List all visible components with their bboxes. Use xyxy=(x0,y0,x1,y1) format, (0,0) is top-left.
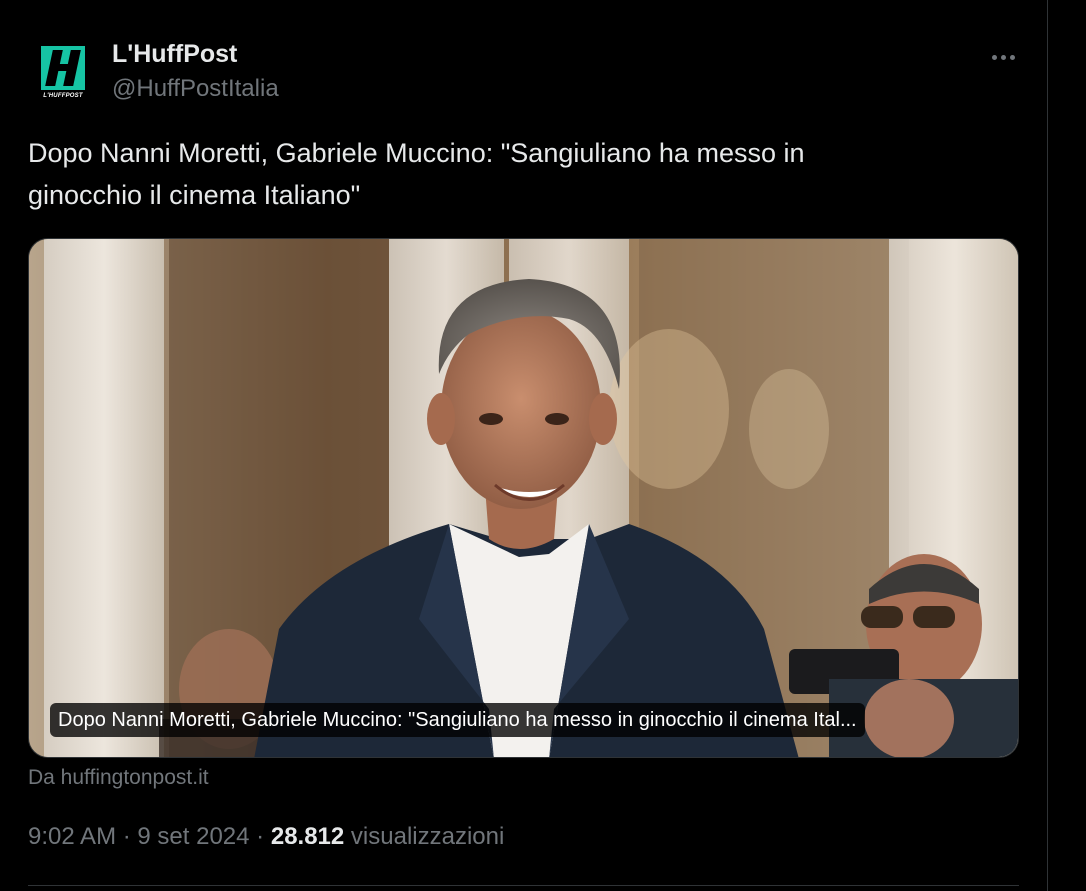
more-horizontal-icon xyxy=(991,54,997,60)
tweet-header: L'HUFFPOST L'HuffPost @HuffPostItalia xyxy=(36,36,1026,106)
meta-separator: · xyxy=(256,823,265,850)
tweet-time[interactable]: 9:02 AM xyxy=(28,823,116,850)
link-card[interactable]: Dopo Nanni Moretti, Gabriele Muccino: "S… xyxy=(28,238,1019,758)
author-display-name[interactable]: L'HuffPost xyxy=(112,40,237,69)
tweet-date[interactable]: 9 set 2024 xyxy=(137,823,249,850)
card-caption: Dopo Nanni Moretti, Gabriele Muccino: "S… xyxy=(50,703,865,737)
meta-separator: · xyxy=(122,823,131,850)
card-source-link[interactable]: Da huffingtonpost.it xyxy=(28,766,209,790)
author-handle[interactable]: @HuffPostItalia xyxy=(112,75,279,103)
avatar[interactable]: L'HUFFPOST xyxy=(36,41,90,101)
tweet-meta: 9:02 AM · 9 set 2024 · 28.812 visualizza… xyxy=(28,823,504,851)
huffpost-logo-icon xyxy=(41,46,85,90)
card-photo xyxy=(29,239,1018,757)
tweet-page: L'HUFFPOST L'HuffPost @HuffPostItalia Do… xyxy=(0,0,1086,891)
views-label: visualizzazioni xyxy=(350,823,505,850)
logo-caption: L'HUFFPOST xyxy=(43,93,83,99)
divider xyxy=(28,885,1019,886)
column-border xyxy=(1047,0,1048,891)
views-count: 28.812 xyxy=(270,823,345,850)
tweet-text: Dopo Nanni Moretti, Gabriele Muccino: "S… xyxy=(28,138,805,210)
more-options-button[interactable] xyxy=(986,42,1020,72)
